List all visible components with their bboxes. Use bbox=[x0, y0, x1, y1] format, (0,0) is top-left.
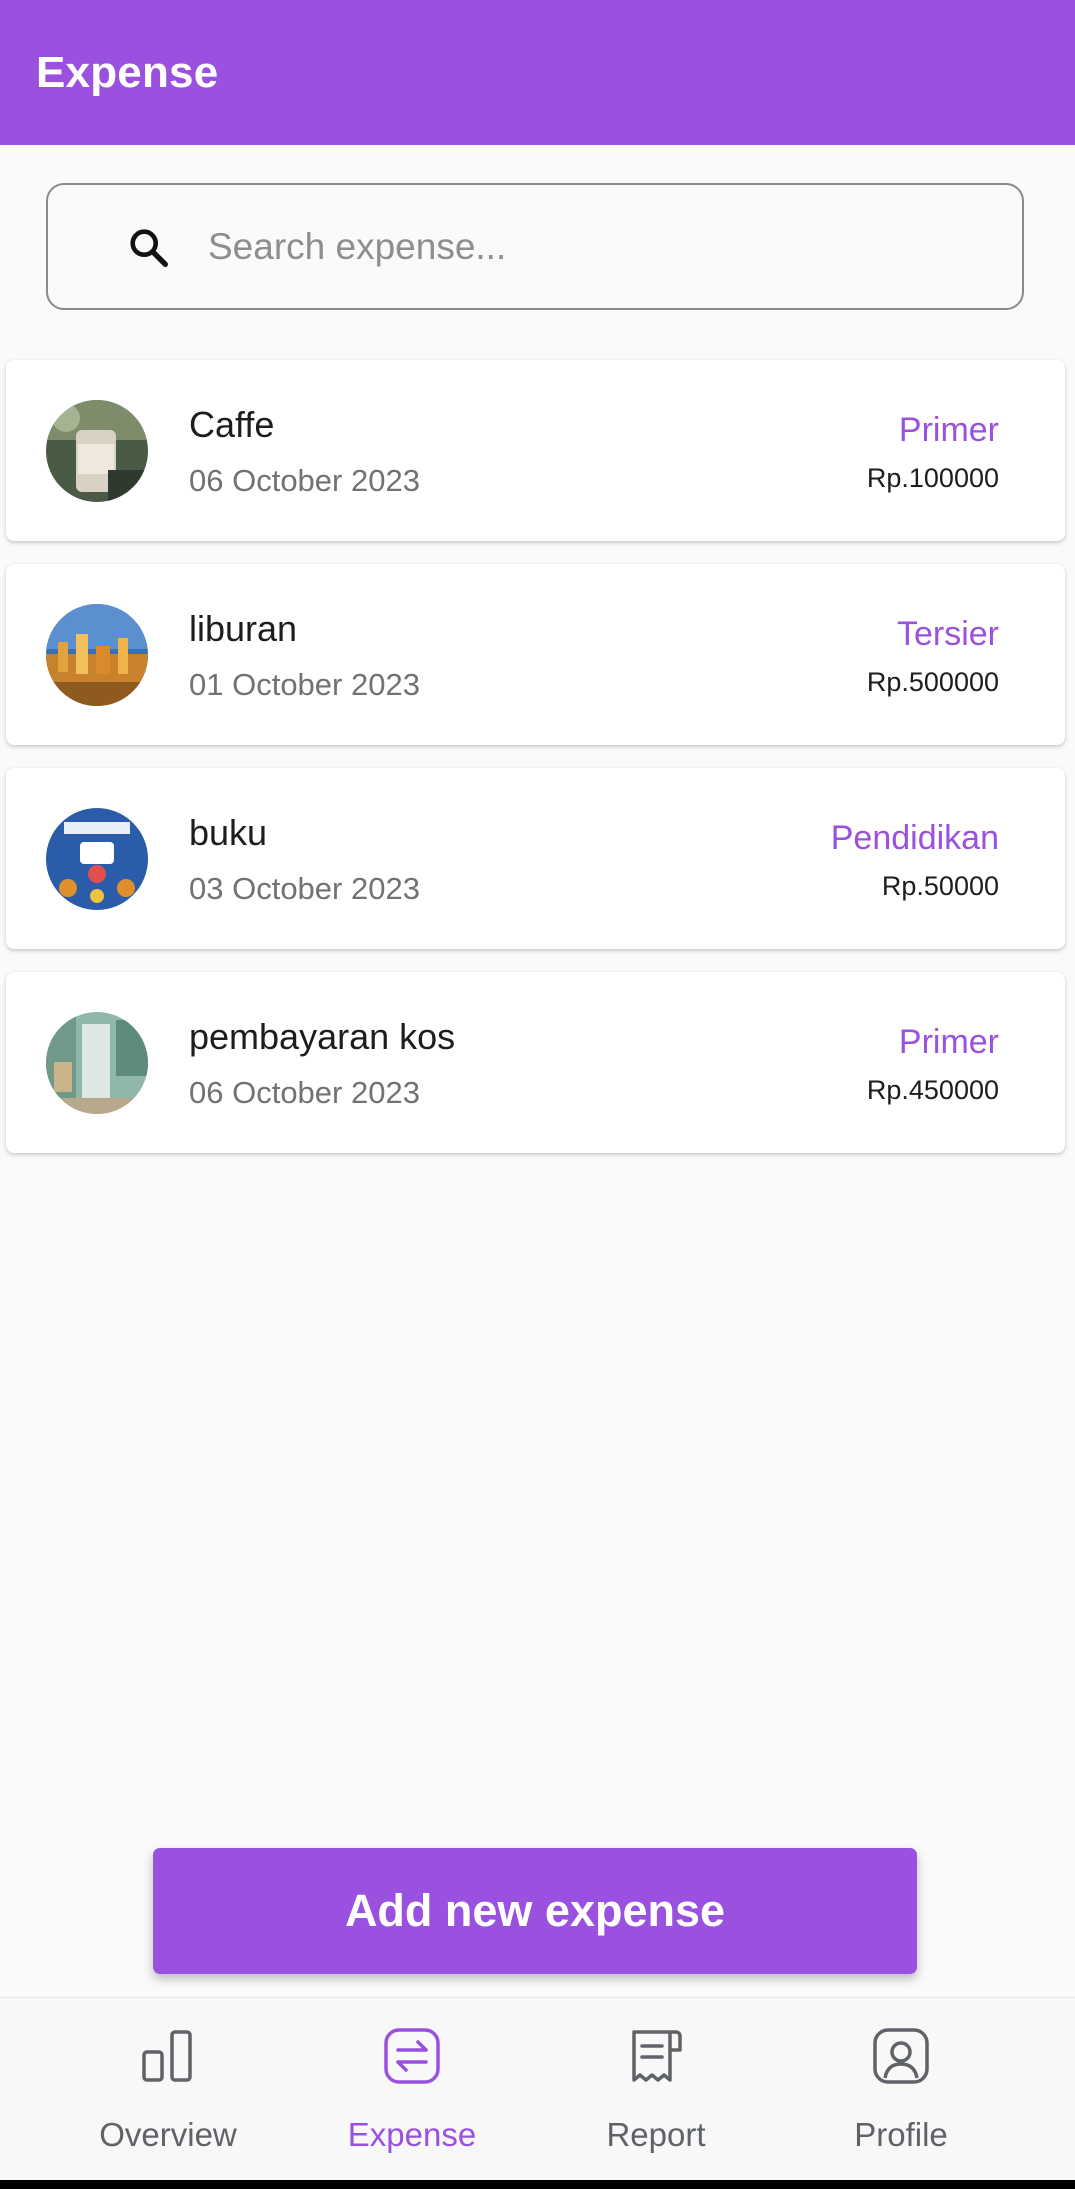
nav-item-profile[interactable]: Profile bbox=[781, 1998, 1021, 2181]
expense-name: Caffe bbox=[189, 404, 275, 445]
expense-thumbnail bbox=[46, 1012, 148, 1114]
nav-item-expense[interactable]: Expense bbox=[292, 1998, 532, 2181]
expense-category: Pendidikan bbox=[830, 819, 999, 857]
expense-screen: Expense Caffe 06 October 2023 bbox=[0, 0, 1075, 2189]
nav-label: Report bbox=[606, 2116, 706, 2153]
bar-chart-icon bbox=[142, 2030, 192, 2082]
expense-thumbnail bbox=[46, 400, 148, 502]
app-bar: Expense bbox=[0, 0, 1075, 145]
expense-category: Tersier bbox=[896, 615, 999, 653]
expense-list: Caffe 06 October 2023 Primer Rp.100000 l bbox=[6, 360, 1065, 1176]
bottom-nav: Overview Expense Report Profile bbox=[0, 1997, 1075, 2180]
expense-thumbnail bbox=[46, 808, 148, 910]
expense-card[interactable]: pembayaran kos 06 October 2023 Primer Rp… bbox=[6, 972, 1065, 1153]
search-icon bbox=[130, 229, 168, 267]
nav-item-overview[interactable]: Overview bbox=[48, 1998, 288, 2181]
expense-name: pembayaran kos bbox=[189, 1016, 456, 1057]
receipt-icon bbox=[632, 2030, 682, 2082]
expense-card[interactable]: liburan 01 October 2023 Tersier Rp.50000… bbox=[6, 564, 1065, 745]
expense-amount: Rp.450000 bbox=[866, 1075, 999, 1105]
expense-date: 06 October 2023 bbox=[189, 1075, 420, 1110]
expense-card[interactable]: Caffe 06 October 2023 Primer Rp.100000 bbox=[6, 360, 1065, 541]
expense-card[interactable]: buku 03 October 2023 Pendidikan Rp.50000 bbox=[6, 768, 1065, 949]
search-input[interactable] bbox=[208, 215, 988, 279]
nav-label: Overview bbox=[99, 2116, 237, 2153]
expense-name: buku bbox=[189, 812, 268, 853]
page-title: Expense bbox=[36, 47, 219, 97]
expense-name: liburan bbox=[189, 608, 298, 649]
add-expense-button[interactable]: Add new expense bbox=[153, 1848, 917, 1974]
expense-amount: Rp.100000 bbox=[866, 463, 999, 493]
user-icon bbox=[873, 2028, 929, 2084]
nav-label: Expense bbox=[347, 2116, 477, 2153]
system-bar bbox=[0, 2180, 1075, 2189]
nav-item-report[interactable]: Report bbox=[536, 1998, 776, 2181]
expense-amount: Rp.50000 bbox=[881, 871, 999, 901]
search-field[interactable] bbox=[46, 183, 1024, 310]
expense-amount: Rp.500000 bbox=[866, 667, 999, 697]
expense-date: 03 October 2023 bbox=[189, 871, 420, 906]
swap-icon bbox=[384, 2028, 440, 2084]
expense-date: 06 October 2023 bbox=[189, 463, 420, 498]
nav-label: Profile bbox=[854, 2116, 948, 2153]
expense-date: 01 October 2023 bbox=[189, 667, 420, 702]
expense-category: Primer bbox=[898, 411, 999, 449]
expense-category: Primer bbox=[898, 1023, 999, 1061]
expense-thumbnail bbox=[46, 604, 148, 706]
